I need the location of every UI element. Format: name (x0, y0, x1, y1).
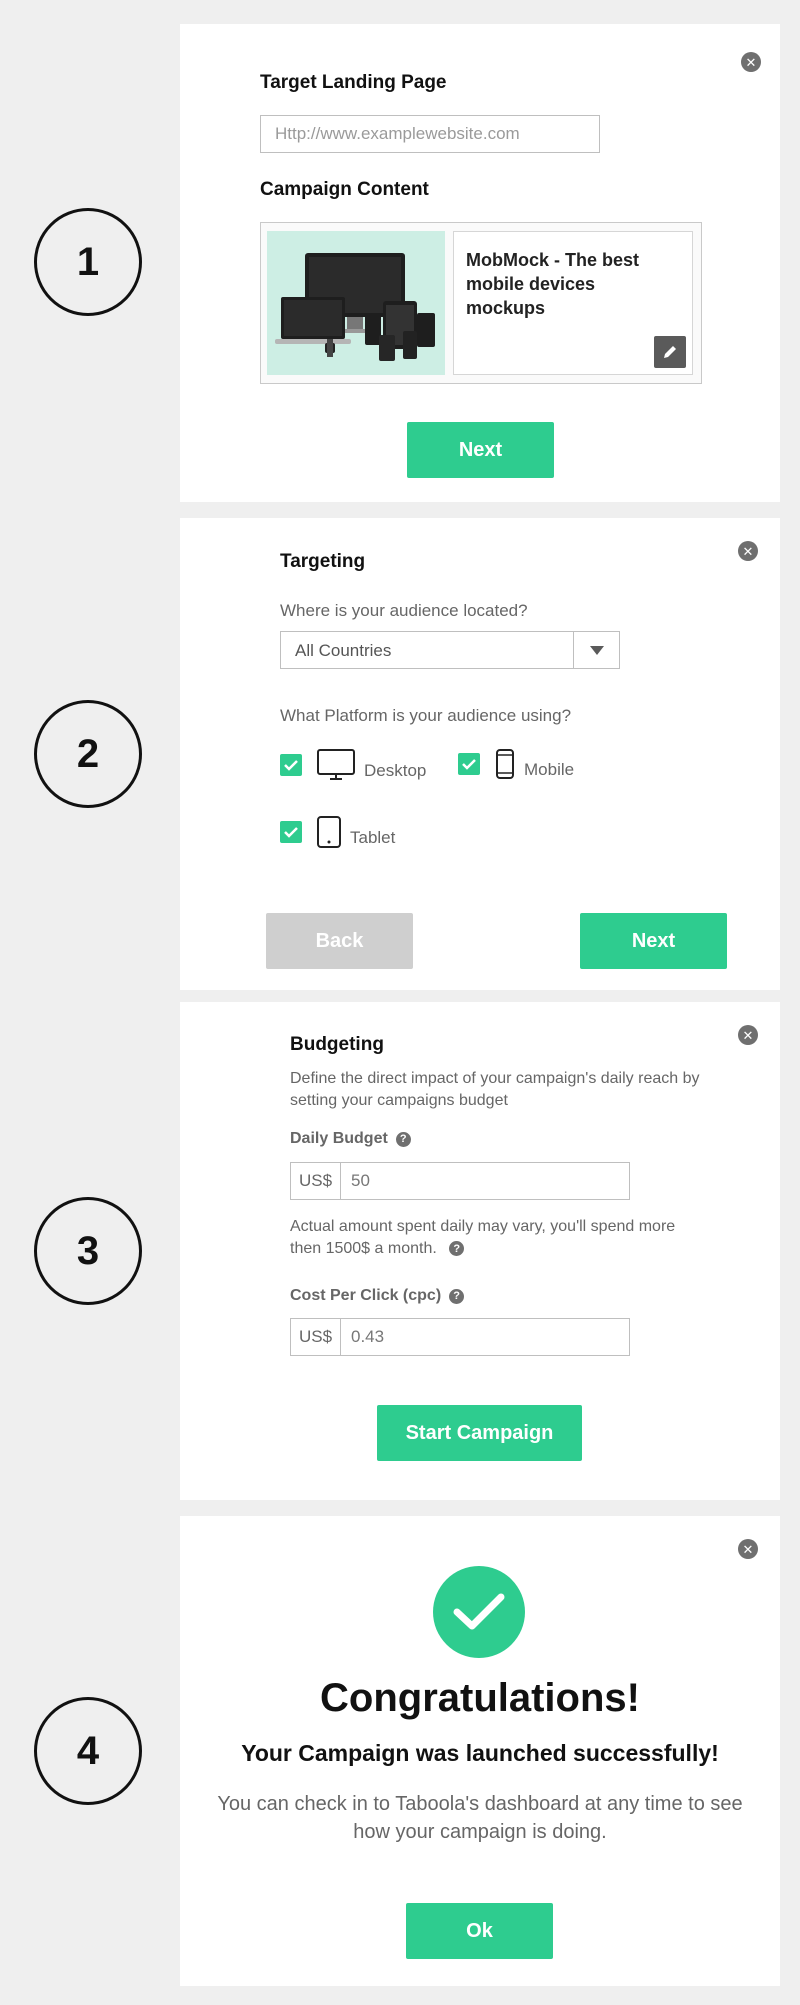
step-number-4: 4 (34, 1697, 142, 1805)
close-icon[interactable]: ✕ (738, 1539, 758, 1559)
success-message: You can check in to Taboola's dashboard … (217, 1793, 743, 1843)
desktop-checkbox[interactable] (280, 754, 302, 776)
currency-prefix: US$ (291, 1319, 341, 1355)
device-mockup-image (267, 231, 445, 375)
daily-budget-label-text: Daily Budget (290, 1130, 388, 1147)
edit-button[interactable] (654, 336, 686, 368)
question-icon[interactable]: ? (395, 1131, 411, 1147)
targeting-card: ✕ Targeting Where is your audience locat… (180, 518, 780, 990)
campaign-content-card: ✕ Target Landing Page Campaign Content (180, 24, 780, 502)
landing-page-label: Target Landing Page (260, 72, 447, 93)
close-icon[interactable]: ✕ (741, 52, 761, 72)
budget-note: Actual amount spent daily may vary, you'… (290, 1216, 710, 1260)
congratulations-title: Congratulations! (320, 1676, 640, 1720)
step-number-2: 2 (34, 700, 142, 808)
platform-mobile[interactable]: Mobile (458, 748, 574, 780)
mobile-label: Mobile (524, 760, 575, 779)
cpc-label-text: Cost Per Click (cpc) (290, 1287, 442, 1304)
platform-tablet[interactable]: Tablet (280, 815, 395, 849)
start-campaign-button[interactable]: Start Campaign (377, 1405, 582, 1461)
ok-button[interactable]: Ok (406, 1903, 553, 1959)
targeting-title: Targeting (280, 551, 366, 572)
question-icon[interactable]: ? (449, 1288, 465, 1304)
desktop-icon (317, 749, 355, 780)
next-button[interactable]: Next (580, 913, 727, 969)
budgeting-description: Define the direct impact of your campaig… (290, 1070, 700, 1109)
question-icon[interactable]: ? (449, 1241, 465, 1257)
check-icon (433, 1566, 525, 1658)
budget-note-text: Actual amount spent daily may vary, you'… (290, 1218, 676, 1257)
budgeting-card: ✕ Budgeting Define the direct impact of … (180, 1002, 780, 1500)
tablet-icon (317, 816, 341, 848)
step-number-1: 1 (34, 208, 142, 316)
caret-down-icon[interactable] (573, 632, 619, 668)
campaign-content-label: Campaign Content (260, 179, 429, 200)
desktop-label: Desktop (364, 761, 427, 780)
platform-desktop[interactable]: Desktop (280, 748, 426, 782)
mobile-checkbox[interactable] (458, 753, 480, 775)
success-card: ✕ Congratulations! Your Campaign was lau… (180, 1516, 780, 1986)
budgeting-title: Budgeting (290, 1034, 384, 1055)
back-button[interactable]: Back (266, 913, 413, 969)
next-button[interactable]: Next (407, 422, 554, 478)
country-select-value: All Countries (295, 641, 392, 660)
currency-prefix: US$ (291, 1163, 341, 1199)
content-preview: MobMock - The best mobile devices mockup… (260, 222, 702, 384)
cpc-label: Cost Per Click (cpc) ? (290, 1287, 465, 1305)
close-icon[interactable]: ✕ (738, 1025, 758, 1045)
country-select[interactable]: All Countries (280, 631, 620, 669)
location-question: Where is your audience located? (280, 601, 528, 620)
platform-question: What Platform is your audience using? (280, 706, 572, 725)
pencil-icon (664, 346, 676, 358)
daily-budget-label: Daily Budget ? (290, 1130, 411, 1148)
tablet-label: Tablet (350, 828, 396, 847)
content-title: MobMock - The best mobile devices mockup… (466, 250, 640, 318)
step-number-3: 3 (34, 1197, 142, 1305)
close-icon[interactable]: ✕ (738, 541, 758, 561)
cpc-input[interactable] (341, 1319, 629, 1355)
tablet-checkbox[interactable] (280, 821, 302, 843)
content-text-card: MobMock - The best mobile devices mockup… (453, 231, 693, 375)
success-subtitle: Your Campaign was launched successfully! (241, 1740, 719, 1766)
mobile-icon (496, 749, 514, 779)
landing-page-input[interactable] (260, 115, 600, 153)
daily-budget-input[interactable] (341, 1163, 629, 1199)
daily-budget-field[interactable]: US$ (290, 1162, 630, 1200)
cpc-field[interactable]: US$ (290, 1318, 630, 1356)
